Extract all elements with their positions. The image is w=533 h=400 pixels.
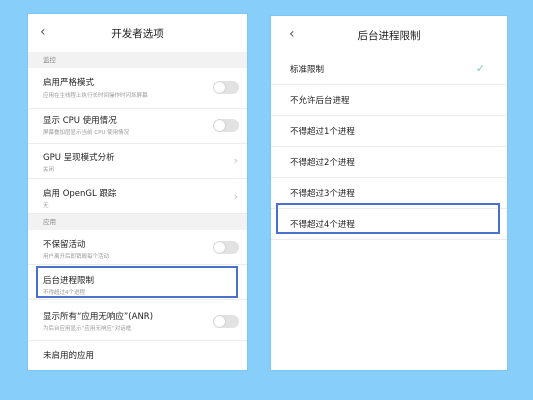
highlight-box-background-process-limit: [36, 266, 238, 298]
chevron-right-icon: ›: [233, 190, 238, 203]
checkmark-icon: ✓: [475, 62, 485, 75]
option-standard-limit[interactable]: 标准限制 ✓: [271, 54, 507, 85]
developer-options-screen: ‹ 开发者选项 监控 启用严格模式 应用在主线程上执行长时间操作时闪烁屏幕 显示…: [28, 14, 247, 370]
row-show-all-anrs[interactable]: 显示所有“应用无响应”(ANR) 为后台应用显示“应用无响应”对话框: [28, 300, 247, 341]
chevron-right-icon: ›: [233, 154, 238, 167]
page-title: 开发者选项: [111, 28, 164, 40]
option-at-most-1-process[interactable]: 不得超过1个进程: [271, 116, 507, 147]
row-label: 未启用的应用: [43, 351, 95, 361]
row-subtitle: 屏幕叠加层显示当前 CPU 使用情况: [43, 130, 130, 136]
toggle-knob: [214, 82, 225, 93]
background-process-limit-screen: ‹ 后台进程限制 标准限制 ✓ 不允许后台进程 不得超过1个进程 不得超过2个进…: [271, 16, 507, 370]
page-title: 后台进程限制: [357, 30, 421, 42]
row-label: 启用严格模式: [43, 78, 95, 88]
header: ‹ 后台进程限制: [271, 16, 507, 54]
row-opengl-tracing[interactable]: 启用 OpenGL 跟踪 无 ›: [28, 179, 247, 214]
highlight-box-at-most-4-processes: [276, 203, 500, 234]
option-label: 不得超过1个进程: [290, 127, 355, 137]
option-label: 标准限制: [290, 65, 325, 75]
option-label: 不允许后台进程: [290, 96, 350, 106]
row-gpu-rendering-profile[interactable]: GPU 呈现模式分析 关闭 ›: [28, 144, 247, 179]
row-strict-mode[interactable]: 启用严格模式 应用在主线程上执行长时间操作时闪烁屏幕: [28, 68, 247, 109]
option-label: 不得超过3个进程: [290, 189, 355, 199]
row-inactive-apps[interactable]: 未启用的应用: [28, 341, 247, 370]
toggle-knob: [214, 242, 225, 253]
row-label: 显示所有“应用无响应”(ANR): [43, 312, 154, 322]
row-subtitle: 为后台应用显示“应用无响应”对话框: [43, 326, 132, 332]
section-header-monitoring: 监控: [28, 52, 247, 68]
row-label: 启用 OpenGL 跟踪: [43, 189, 117, 199]
row-subtitle: 应用在主线程上执行长时间操作时闪烁屏幕: [43, 93, 148, 99]
show-cpu-usage-toggle[interactable]: [213, 119, 239, 132]
option-no-background-processes[interactable]: 不允许后台进程: [271, 85, 507, 116]
option-label: 不得超过2个进程: [290, 158, 355, 168]
toggle-knob: [214, 120, 225, 131]
row-subtitle: 无: [43, 203, 49, 209]
row-label: 不保留活动: [43, 240, 86, 250]
section-header-apps: 应用: [28, 214, 247, 230]
row-dont-keep-activities[interactable]: 不保留活动 用户离开后即销毁每个活动: [28, 230, 247, 265]
row-label: GPU 呈现模式分析: [43, 153, 115, 163]
row-subtitle: 关闭: [43, 167, 55, 173]
dont-keep-activities-toggle[interactable]: [213, 241, 239, 254]
option-at-most-2-processes[interactable]: 不得超过2个进程: [271, 147, 507, 178]
show-all-anrs-toggle[interactable]: [213, 315, 239, 328]
header: ‹ 开发者选项: [28, 14, 247, 52]
row-show-cpu-usage[interactable]: 显示 CPU 使用情况 屏幕叠加层显示当前 CPU 使用情况: [28, 109, 247, 144]
toggle-knob: [214, 316, 225, 327]
row-subtitle: 用户离开后即销毁每个活动: [43, 254, 110, 260]
row-label: 显示 CPU 使用情况: [43, 116, 117, 126]
strict-mode-toggle[interactable]: [213, 81, 239, 94]
